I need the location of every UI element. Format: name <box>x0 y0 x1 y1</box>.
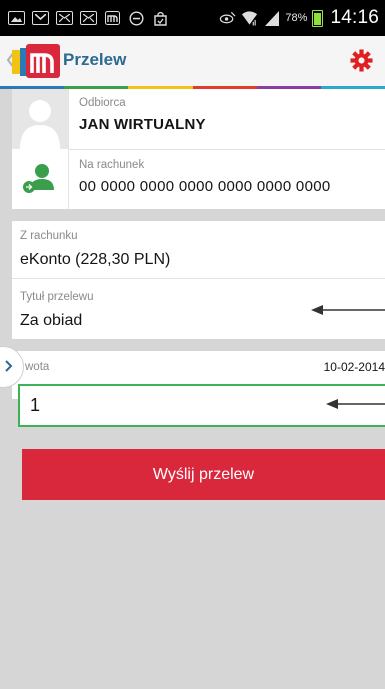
account-label: Na rachunek <box>79 159 145 171</box>
send-transfer-button[interactable]: Wyślij przelew <box>22 449 385 500</box>
email-notification-icon <box>56 11 73 25</box>
mbank-notification-icon <box>104 11 121 25</box>
system-indicators: 78% 14:16 <box>219 7 385 29</box>
from-account-value: eKonto (228,30 PLN) <box>20 251 171 268</box>
divider <box>68 149 385 150</box>
transfer-title-label: Tytuł przelewu <box>20 291 94 303</box>
action-bar: Przelew <box>0 36 385 86</box>
from-account-row[interactable]: Z rachunku eKonto (228,30 PLN) <box>12 221 385 278</box>
do-not-disturb-icon <box>128 10 145 26</box>
page-title: Przelew <box>63 50 127 69</box>
gallery-notification-icon <box>8 11 25 25</box>
recipient-name: JAN WIRTUALNY <box>79 116 206 133</box>
chevron-right-icon <box>5 360 13 372</box>
contact-account-icon <box>23 164 54 193</box>
settings-gear-icon[interactable] <box>350 49 373 72</box>
clock: 14:16 <box>330 7 379 28</box>
app-screen: 78% 14:16 Przelew Odbiorca JAN WIRTUALNY… <box>0 0 385 689</box>
recipient-card[interactable]: Odbiorca JAN WIRTUALNY Na rachunek 00 00… <box>12 89 385 209</box>
recipient-avatar <box>12 89 68 149</box>
account-icon-box <box>12 150 68 209</box>
transfer-date[interactable]: 10-02-2014 <box>324 360 385 374</box>
annotation-arrow-icon <box>311 305 385 315</box>
battery-icon <box>312 9 324 27</box>
from-account-label: Z rachunku <box>20 230 78 242</box>
annotation-arrow-icon <box>326 399 385 409</box>
notification-icons <box>0 10 169 26</box>
smart-stay-eye-icon <box>219 11 236 25</box>
wifi-icon <box>241 11 258 26</box>
email-notification-icon-2 <box>80 11 97 25</box>
person-silhouette-icon <box>20 100 60 149</box>
transfer-details-card: Z rachunku eKonto (228,30 PLN) Tytuł prz… <box>12 221 385 339</box>
transfer-title-value: Za obiad <box>20 312 83 329</box>
mbank-logo-icon[interactable] <box>12 42 60 80</box>
shopping-bag-icon <box>152 11 169 26</box>
gmail-notification-icon <box>32 11 49 25</box>
signal-strength-icon <box>263 11 280 26</box>
status-bar: 78% 14:16 <box>0 0 385 36</box>
account-number: 00 0000 0000 0000 0000 0000 0000 <box>79 178 331 195</box>
battery-percent: 78% <box>285 12 308 24</box>
amount-label: wota <box>25 361 50 373</box>
recipient-label: Odbiorca <box>79 97 126 109</box>
